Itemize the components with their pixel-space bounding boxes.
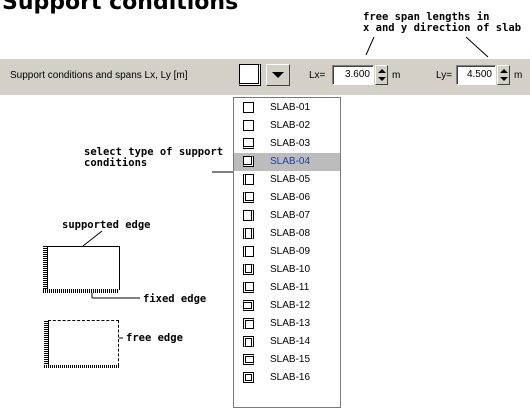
slab-type-icon <box>243 282 254 293</box>
slab-type-icon <box>243 156 254 167</box>
dropdown-item[interactable]: SLAB-03 <box>234 135 340 153</box>
spin-down-icon <box>500 77 508 81</box>
spin-down-icon <box>378 77 386 81</box>
lx-input[interactable]: 3.600 <box>332 65 374 85</box>
slab-type-icon <box>243 192 254 203</box>
slab-type-icon <box>243 102 254 113</box>
support-type-dropdown-button[interactable] <box>266 64 290 86</box>
lx-label: Lx= <box>309 70 326 81</box>
dropdown-item[interactable]: SLAB-09 <box>234 243 340 261</box>
dropdown-item[interactable]: SLAB-13 <box>234 315 340 333</box>
slab-type-icon <box>243 354 254 365</box>
legend-slab-free <box>48 320 119 366</box>
dropdown-item[interactable]: SLAB-16 <box>234 369 340 387</box>
hatched-edge-left <box>44 320 48 368</box>
support-conditions-label: Support conditions and spans Lx, Ly [m] <box>10 70 188 81</box>
leader-line-lx <box>365 36 375 56</box>
slab-type-preview-icon[interactable] <box>239 64 261 86</box>
legend-slab-supported <box>47 246 120 290</box>
dropdown-item-selected[interactable]: SLAB-04 <box>234 153 340 171</box>
dropdown-item[interactable]: SLAB-15 <box>234 351 340 369</box>
slab-type-icon <box>243 372 254 383</box>
leader-line-ly <box>465 36 489 58</box>
slab-type-icon <box>243 246 254 257</box>
dropdown-item[interactable]: SLAB-12 <box>234 297 340 315</box>
ly-unit: m <box>514 70 523 81</box>
dropdown-item[interactable]: SLAB-11 <box>234 279 340 297</box>
dropdown-item[interactable]: SLAB-05 <box>234 171 340 189</box>
dropdown-item[interactable]: SLAB-06 <box>234 189 340 207</box>
spin-up-icon <box>500 69 508 73</box>
supported-edge-label: supported edge <box>62 219 151 231</box>
slab-type-icon <box>243 210 254 221</box>
lx-unit: m <box>392 70 401 81</box>
dropdown-item[interactable]: SLAB-10 <box>234 261 340 279</box>
lx-spinner[interactable] <box>375 65 388 85</box>
dropdown-item[interactable]: SLAB-08 <box>234 225 340 243</box>
leader-line-supported <box>82 230 103 247</box>
slab-type-icon <box>243 300 254 311</box>
chevron-down-icon <box>272 72 284 78</box>
slab-type-icon <box>243 120 254 131</box>
select-type-annotation: select type of support conditions <box>84 146 224 169</box>
dropdown-item[interactable]: SLAB-14 <box>234 333 340 351</box>
slab-type-icon <box>243 174 254 185</box>
free-edge-label: free edge <box>126 332 183 344</box>
hatched-edge-bottom <box>43 289 119 293</box>
ly-spinner[interactable] <box>497 65 510 85</box>
slab-type-icon <box>243 318 254 329</box>
hatched-edge-bottom <box>44 365 119 368</box>
support-type-dropdown-list[interactable]: SLAB-01 SLAB-02 SLAB-03 SLAB-04 SLAB-05 … <box>233 97 341 408</box>
spin-up-icon <box>378 69 386 73</box>
ly-input[interactable]: 4.500 <box>456 65 496 85</box>
slab-type-icon <box>243 228 254 239</box>
slab-type-icon <box>243 138 254 149</box>
hatched-edge-left <box>43 246 47 293</box>
fixed-edge-label: fixed edge <box>143 293 207 305</box>
dropdown-item[interactable]: SLAB-01 <box>234 99 340 117</box>
ly-label: Ly= <box>436 70 453 81</box>
dropdown-item[interactable]: SLAB-02 <box>234 117 340 135</box>
slab-type-icon <box>243 336 254 347</box>
slab-type-icon <box>243 264 254 275</box>
dropdown-item[interactable]: SLAB-07 <box>234 207 340 225</box>
